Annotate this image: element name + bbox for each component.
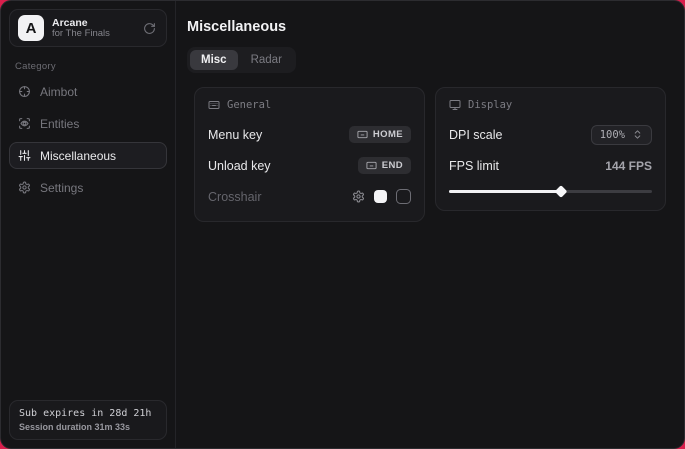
dpi-scale-select[interactable]: 100% — [591, 125, 652, 145]
keyboard-icon — [357, 129, 368, 140]
slider-handle[interactable] — [554, 185, 567, 198]
card-title: General — [227, 99, 271, 111]
sidebar-nav: Aimbot Entities Miscellaneous — [9, 78, 167, 201]
chevrons-up-down-icon — [632, 129, 643, 140]
sidebar-item-entities[interactable]: Entities — [9, 110, 167, 137]
fps-limit-slider[interactable] — [449, 185, 652, 197]
gear-icon — [18, 181, 31, 194]
dpi-scale-value: 100% — [600, 129, 625, 141]
app-window: A Arcane for The Finals Category Aimbot — [0, 0, 685, 449]
sidebar-item-miscellaneous[interactable]: Miscellaneous — [9, 142, 167, 169]
tab-misc[interactable]: Misc — [190, 50, 238, 70]
dpi-scale-label: DPI scale — [449, 128, 503, 142]
unload-key-row: Unload key END — [208, 154, 411, 177]
sliders-icon — [18, 149, 31, 162]
fps-limit-row: FPS limit 144 FPS — [449, 154, 652, 177]
crosshair-color-swatch[interactable] — [374, 190, 387, 203]
refresh-icon[interactable] — [140, 19, 158, 37]
crosshair-label: Crosshair — [208, 190, 262, 204]
brand-logo: A — [18, 15, 44, 41]
sidebar-item-label: Aimbot — [40, 85, 77, 99]
subscription-info-card: Sub expires in 28d 21h Session duration … — [9, 400, 167, 440]
scan-eye-icon — [18, 117, 31, 130]
keyboard-icon — [366, 160, 377, 171]
menu-key-label: Menu key — [208, 128, 262, 142]
fps-limit-value: 144 FPS — [605, 159, 652, 173]
tab-group: Misc Radar — [187, 47, 296, 73]
slider-fill — [449, 190, 561, 193]
sub-expiry-text: Sub expires in 28d 21h — [19, 408, 157, 419]
unload-key-label: Unload key — [208, 159, 271, 173]
brand-name: Arcane — [52, 17, 132, 29]
keyboard-icon — [208, 99, 220, 111]
tab-radar[interactable]: Radar — [240, 50, 293, 70]
brand-subtitle: for The Finals — [52, 29, 132, 40]
dpi-scale-row: DPI scale 100% — [449, 123, 652, 146]
sidebar-item-label: Settings — [40, 181, 83, 195]
sidebar-item-label: Entities — [40, 117, 79, 131]
sidebar-item-aimbot[interactable]: Aimbot — [9, 78, 167, 105]
sidebar: A Arcane for The Finals Category Aimbot — [1, 1, 176, 448]
card-title: Display — [468, 99, 512, 111]
crosshair-row: Crosshair — [208, 185, 411, 208]
main-content: Miscellaneous Misc Radar General Menu ke… — [176, 1, 684, 448]
menu-key-bind-button[interactable]: HOME — [349, 126, 411, 143]
category-label: Category — [15, 61, 167, 72]
session-duration-text: Session duration 31m 33s — [19, 422, 157, 432]
general-card: General Menu key HOME Unload key — [194, 87, 425, 222]
brand-card: A Arcane for The Finals — [9, 9, 167, 47]
fps-limit-label: FPS limit — [449, 159, 499, 173]
display-card: Display DPI scale 100% FPS limit 144 FPS — [435, 87, 666, 211]
crosshair-checkbox[interactable] — [396, 189, 411, 204]
menu-key-row: Menu key HOME — [208, 123, 411, 146]
page-title: Miscellaneous — [187, 19, 666, 35]
crosshair-icon — [18, 85, 31, 98]
crosshair-settings-gear-icon[interactable] — [352, 190, 365, 203]
monitor-icon — [449, 99, 461, 111]
unload-key-bind-button[interactable]: END — [358, 157, 411, 174]
sidebar-item-settings[interactable]: Settings — [9, 174, 167, 201]
sidebar-item-label: Miscellaneous — [40, 149, 116, 163]
